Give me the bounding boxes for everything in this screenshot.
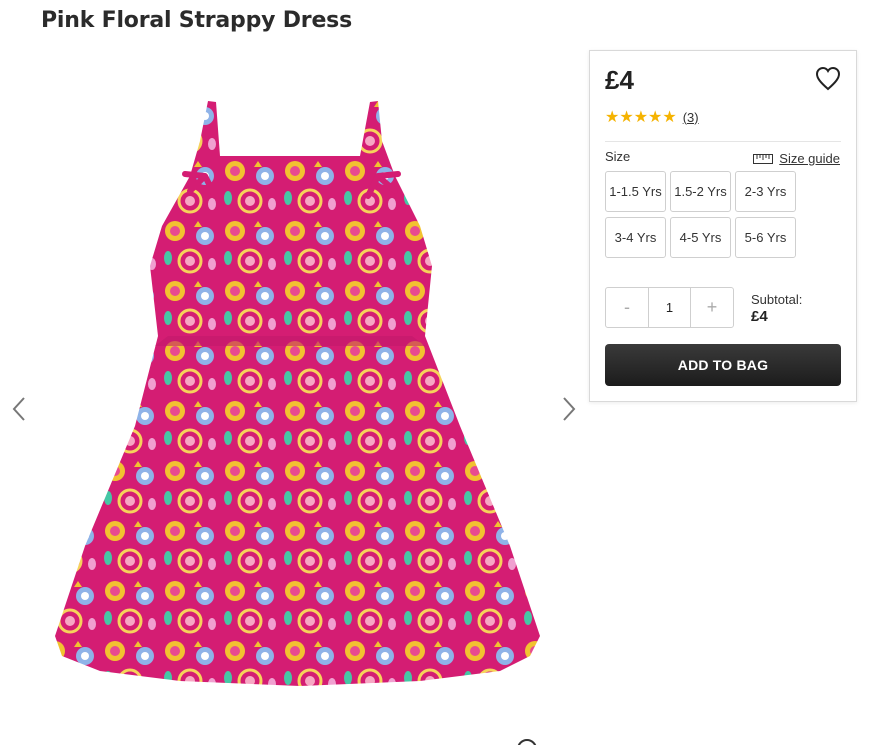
price: £4 xyxy=(605,65,634,95)
size-guide-link[interactable]: Size guide xyxy=(753,151,840,166)
divider xyxy=(605,141,841,142)
product-title: Pink Floral Strappy Dress xyxy=(41,8,352,33)
star-rating-icon: ★★★★★ xyxy=(605,109,677,126)
rating: ★★★★★ (3) xyxy=(605,107,699,127)
ruler-icon xyxy=(753,153,774,164)
size-option[interactable]: 1-1.5 Yrs xyxy=(605,171,666,212)
chevron-left-icon[interactable] xyxy=(8,394,32,424)
zoom-icon[interactable] xyxy=(516,738,538,745)
size-option[interactable]: 3-4 Yrs xyxy=(605,217,666,258)
heart-icon[interactable] xyxy=(814,65,842,93)
quantity-stepper: - 1 + xyxy=(605,287,734,328)
size-label: Size xyxy=(605,149,631,164)
quantity-input[interactable]: 1 xyxy=(648,288,691,327)
add-to-bag-button[interactable]: ADD TO BAG xyxy=(605,344,841,386)
subtotal-label: Subtotal: xyxy=(751,292,803,307)
size-option[interactable]: 1.5-2 Yrs xyxy=(670,171,731,212)
product-image-gallery xyxy=(0,60,590,745)
quantity-decrease-button[interactable]: - xyxy=(606,288,648,327)
chevron-right-icon[interactable] xyxy=(556,394,580,424)
subtotal-value: £4 xyxy=(751,308,768,325)
size-option[interactable]: 5-6 Yrs xyxy=(735,217,796,258)
review-count-link[interactable]: (3) xyxy=(683,110,699,125)
size-guide-label: Size guide xyxy=(779,151,840,166)
quantity-increase-button[interactable]: + xyxy=(691,288,733,327)
subtotal: Subtotal: £4 xyxy=(751,291,802,325)
purchase-panel: £4 ★★★★★ (3) Size Size guide 1-1.5 Yrs 1… xyxy=(589,50,857,402)
product-image xyxy=(55,101,540,686)
size-option[interactable]: 2-3 Yrs xyxy=(735,171,796,212)
size-option[interactable]: 4-5 Yrs xyxy=(670,217,731,258)
